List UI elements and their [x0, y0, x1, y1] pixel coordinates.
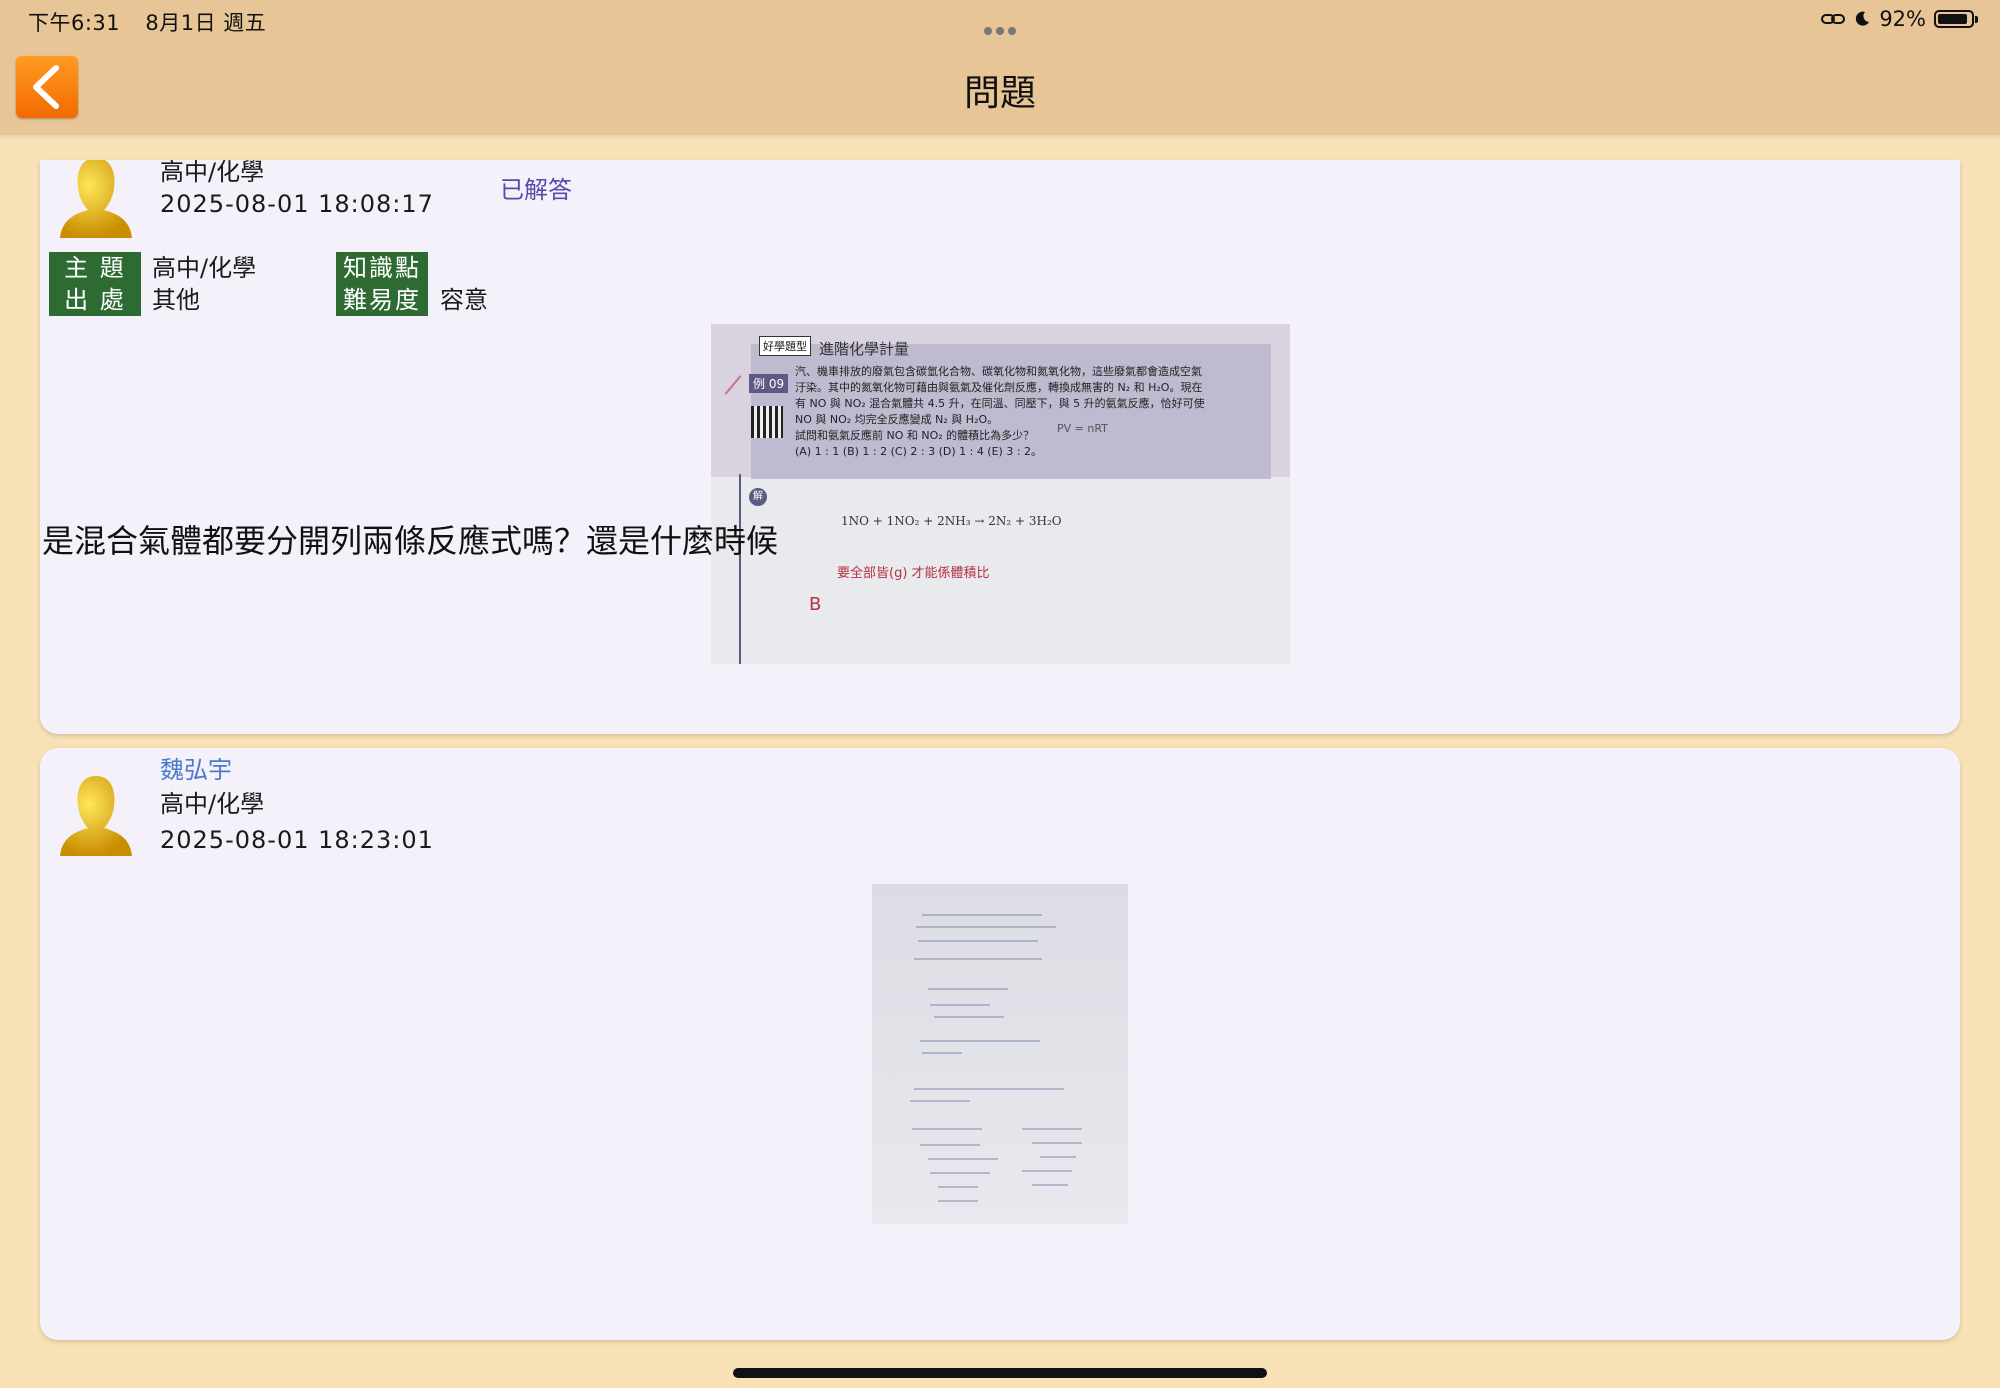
question-photo[interactable]: 好學題型 進階化學計量 例 09 汽、機車排放的廢氣包含碳氫化合物、碳氧化物和氮… [711, 324, 1290, 664]
reply-datetime: 2025-08-01 18:23:01 [160, 826, 434, 854]
difficulty-value: 容意 [440, 286, 488, 314]
page-title: 問題 [963, 73, 1036, 114]
qr-code-icon [751, 406, 783, 438]
photo-margin-rule [739, 474, 741, 664]
photo-line-4: NO 與 NO₂ 均完全反應變成 N₂ 與 H₂O。 [795, 413, 999, 426]
photo-margin-note: PV = nRT [1057, 422, 1108, 435]
battery-percent: 92% [1879, 7, 1926, 31]
reply-author-link[interactable]: 魏弘宇 [160, 750, 232, 785]
knowledge-label: 知識點 [336, 252, 428, 284]
battery-fill [1938, 14, 1968, 24]
photo-options: (A) 1 : 1 (B) 1 : 2 (C) 2 : 3 (D) 1 : 4 … [795, 445, 1043, 458]
photo-line-3: 有 NO 與 NO₂ 混合氣體共 4.5 升，在同溫、同壓下，與 5 升的氨氣反… [795, 397, 1205, 410]
photo-heading: 進階化學計量 [819, 340, 910, 358]
status-time: 下午6:31 [28, 11, 121, 35]
photo-question-text: 汽、機車排放的廢氣包含碳氫化合物、碳氧化物和氮氧化物，這些廢氣都會造成空氣 汙染… [795, 364, 1275, 460]
reply-photo[interactable] [872, 884, 1128, 1224]
link-icon [1821, 14, 1846, 24]
status-bar: 下午6:31 8月1日 週五 92% [0, 0, 2000, 40]
reply-subject: 高中/化學 [160, 790, 265, 818]
user-avatar-icon [60, 160, 132, 238]
question-card: 高中/化學 2025-08-01 18:08:17 已解答 主 題 高中/化學 … [40, 160, 1960, 734]
photo-handwritten-answer: B [809, 594, 822, 615]
post-subject: 高中/化學 [160, 160, 265, 186]
reply-card: 魏弘宇 高中/化學 2025-08-01 18:23:01 [40, 748, 1960, 1340]
photo-badge: 好學題型 [759, 336, 811, 356]
status-indicators: 92% [1821, 7, 1978, 31]
navigation-bar: 問題 [0, 40, 2000, 135]
photo-line-1: 汽、機車排放的廢氣包含碳氫化合物、碳氧化物和氮氧化物，這些廢氣都會造成空氣 [795, 365, 1202, 378]
photo-handwritten-note: 要全部皆(g) 才能係體積比 [837, 566, 990, 581]
moon-icon [1856, 11, 1870, 26]
photo-handwritten-equation: 1NO + 1NO₂ + 2NH₃ → 2N₂ + 3H₂O [841, 514, 1062, 528]
user-avatar-icon [60, 776, 132, 856]
photo-line-2: 汙染。其中的氮氧化物可藉由與氨氣及催化劑反應，轉換成無害的 N₂ 和 H₂O。現… [795, 381, 1203, 394]
source-value: 其他 [152, 286, 200, 314]
question-text: 是混合氣體都要分開列兩條反應式嗎？還是什麼時候 [42, 522, 779, 560]
photo-solution-label: 解 [749, 488, 767, 506]
status-date: 8月1日 週五 [145, 11, 267, 35]
photo-example-number: 例 09 [749, 374, 789, 393]
battery-icon [1934, 10, 1978, 28]
post-datetime: 2025-08-01 18:08:17 [160, 190, 434, 218]
multitasking-dots-icon[interactable] [982, 16, 1018, 40]
topic-value: 高中/化學 [152, 254, 257, 282]
photo-star-mark [724, 375, 742, 395]
photo-line-5: 試問和氨氣反應前 NO 和 NO₂ 的體積比為多少？ [795, 429, 1035, 442]
topic-label: 主 題 [49, 252, 141, 284]
status-time-date: 下午6:31 8月1日 週五 [28, 7, 284, 37]
difficulty-label: 難易度 [336, 284, 428, 316]
solved-status-label: 已解答 [500, 176, 572, 204]
source-label: 出 處 [49, 284, 141, 316]
home-indicator[interactable] [733, 1368, 1267, 1378]
